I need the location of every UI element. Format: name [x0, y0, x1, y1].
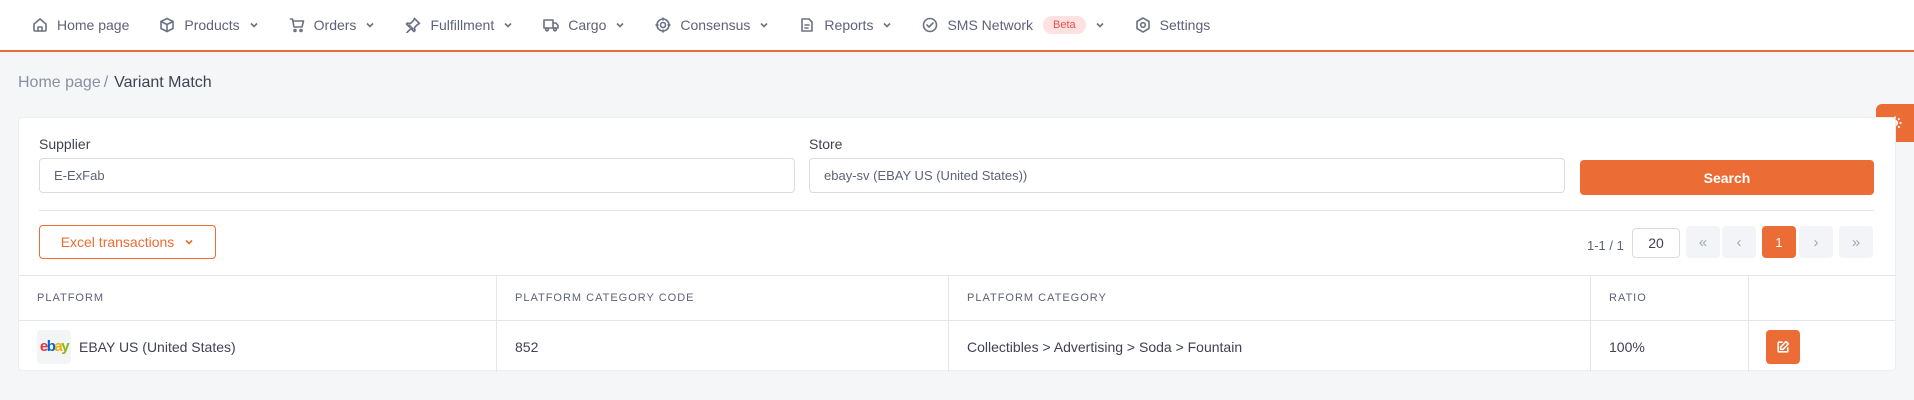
ebay-logo: ebay [37, 329, 71, 364]
prev-page-button[interactable]: ‹ [1722, 226, 1756, 258]
column-header-actions [1749, 276, 1895, 320]
page-title: Variant Match [114, 74, 212, 91]
platform-name: EBAY US (United States) [79, 338, 236, 355]
nav-home[interactable]: Home page [32, 0, 129, 50]
top-navigation: Home page Products Orders Fulfillment Ca… [0, 0, 1914, 52]
edit-button[interactable] [1766, 329, 1800, 364]
nav-sms-network-label: SMS Network [947, 17, 1034, 33]
nav-consensus[interactable]: Consensus [655, 0, 769, 50]
target-icon [655, 17, 672, 33]
nav-fulfillment-label: Fulfillment [430, 17, 495, 33]
report-icon [801, 18, 814, 32]
nav-orders-label: Orders [313, 17, 357, 33]
nav-reports-label: Reports [824, 17, 874, 33]
truck-icon [543, 19, 560, 32]
chevron-down-icon [185, 239, 193, 245]
breadcrumb: Home page / Variant Match [18, 74, 212, 92]
category-code-cell: 852 [497, 321, 949, 372]
category-cell: Collectibles > Advertising > Soda > Foun… [949, 321, 1591, 372]
nav-reports[interactable]: Reports [799, 0, 892, 50]
supplier-label: Supplier [39, 136, 91, 152]
chevron-down-icon [616, 22, 624, 28]
last-page-button[interactable]: » [1839, 226, 1873, 258]
nav-cargo-label: Cargo [568, 17, 607, 33]
store-field[interactable]: ebay-sv (EBAY US (United States)) [809, 158, 1565, 193]
beta-badge: Beta [1043, 16, 1086, 34]
search-button[interactable]: Search [1580, 160, 1874, 195]
next-page-button[interactable]: › [1799, 226, 1833, 258]
gear-icon [1135, 17, 1150, 33]
variant-table: PLATFORM PLATFORM CATEGORY CODE PLATFORM… [19, 275, 1895, 372]
nav-products[interactable]: Products [159, 0, 258, 50]
nav-cargo[interactable]: Cargo [543, 0, 625, 50]
nav-fulfillment[interactable]: Fulfillment [405, 0, 513, 50]
chevron-down-icon [250, 22, 258, 28]
pagination-info: 1-1 / 1 [1587, 238, 1624, 253]
table-header: PLATFORM PLATFORM CATEGORY CODE PLATFORM… [19, 275, 1895, 320]
column-header-category: PLATFORM CATEGORY [949, 276, 1591, 320]
pin-icon [406, 17, 421, 33]
chevron-down-icon [760, 22, 768, 28]
store-label: Store [809, 136, 843, 152]
check-circle-icon [923, 17, 938, 33]
excel-transactions-button[interactable]: Excel transactions [39, 225, 216, 259]
nav-sms-network[interactable]: SMS Network Beta [922, 0, 1104, 50]
table-row: ebay EBAY US (United States) 852 Collect… [19, 320, 1895, 372]
platform-cell: ebay EBAY US (United States) [19, 321, 497, 372]
chevron-down-icon [504, 22, 512, 28]
divider [39, 210, 1874, 211]
nav-home-label: Home page [57, 17, 130, 33]
breadcrumb-home[interactable]: Home page [18, 74, 101, 92]
page-button-current[interactable]: 1 [1762, 226, 1796, 258]
nav-settings[interactable]: Settings [1135, 0, 1211, 50]
chevron-down-icon [1096, 22, 1104, 28]
variant-match-card: Supplier E-ExFab Store ebay-sv (EBAY US … [18, 117, 1896, 372]
column-header-category-code: PLATFORM CATEGORY CODE [497, 276, 949, 320]
home-icon [33, 18, 47, 32]
nav-orders[interactable]: Orders [289, 0, 376, 50]
nav-settings-label: Settings [1159, 17, 1211, 33]
column-header-ratio: RATIO [1591, 276, 1749, 320]
actions-cell [1749, 321, 1895, 372]
box-icon [160, 17, 175, 33]
page-size-input[interactable]: 20 [1632, 228, 1680, 258]
supplier-field[interactable]: E-ExFab [39, 158, 795, 193]
chevron-down-icon [366, 22, 375, 28]
nav-consensus-label: Consensus [680, 17, 751, 33]
excel-transactions-label: Excel transactions [60, 234, 175, 250]
edit-icon [1777, 340, 1790, 353]
cart-icon [289, 18, 304, 33]
column-header-platform: PLATFORM [19, 276, 497, 320]
chevron-down-icon [883, 22, 892, 28]
first-page-button[interactable]: « [1686, 226, 1720, 258]
nav-products-label: Products [184, 17, 240, 33]
breadcrumb-separator: / [103, 74, 109, 91]
ratio-cell: 100% [1591, 321, 1749, 372]
